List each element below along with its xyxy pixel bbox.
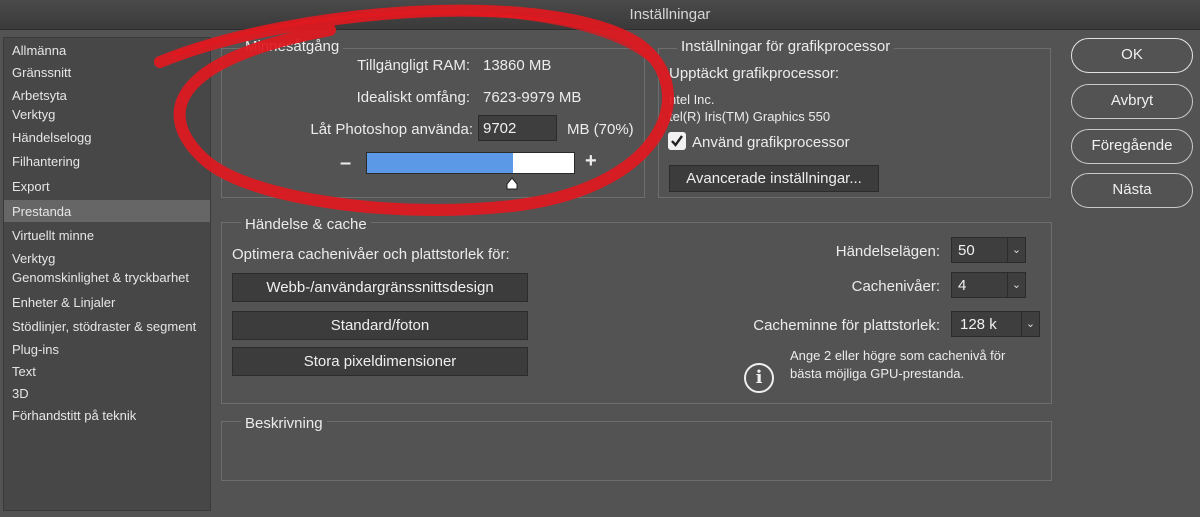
use-memory-input[interactable]: 9702 [478, 115, 557, 141]
gpu-model: tel(R) Iris(TM) Graphics 550 [669, 109, 831, 124]
sidebar-item-verktyg[interactable]: Verktyg [12, 107, 55, 122]
cancel-button[interactable]: Avbryt [1071, 84, 1193, 119]
memory-slider-fill [367, 153, 514, 173]
gpu-vendor: ntel Inc. [669, 92, 715, 107]
sidebar-item-prestanda[interactable]: Prestanda [12, 204, 71, 219]
standard-photos-button[interactable]: Standard/foton [232, 311, 528, 340]
use-memory-unit: MB (70%) [567, 121, 634, 138]
sidebar-item-plug-ins[interactable]: Plug-ins [12, 342, 59, 357]
description-title: Beskrivning [241, 415, 327, 432]
title-bar: Inställningar [0, 0, 1200, 30]
cache-levels-select[interactable]: 4 ⌄ [951, 272, 1026, 298]
use-gpu-label: Använd grafikprocessor [692, 134, 850, 151]
memory-slider-thumb[interactable] [505, 177, 519, 190]
history-states-label: Händelselägen: [835, 243, 940, 260]
advanced-settings-label: Avancerade inställningar... [686, 170, 862, 187]
sidebar-item-forhandstitt[interactable]: Förhandstitt på teknik [12, 408, 136, 423]
sidebar: Allmänna Gränssnitt Arbetsyta Verktyg Hä… [3, 37, 211, 511]
info-icon: i [744, 363, 774, 393]
sidebar-item-genomskinlighet[interactable]: Genomskinlighet & tryckbarhet [12, 270, 189, 285]
sidebar-item-enheter[interactable]: Enheter & Linjaler [12, 295, 115, 310]
standard-photos-label: Standard/foton [330, 317, 430, 334]
available-ram-label: Tillgängligt RAM: [357, 57, 470, 74]
description-group [221, 421, 1052, 481]
sidebar-item-export[interactable]: Export [12, 179, 50, 194]
large-pixel-dimensions-label: Stora pixeldimensioner [303, 353, 457, 370]
memory-increase-button[interactable]: + [585, 150, 597, 173]
web-ui-design-label: Webb-/användargränssnittsdesign [266, 279, 494, 296]
history-cache-title: Händelse & cache [241, 216, 371, 233]
previous-button[interactable]: Föregående [1071, 129, 1193, 164]
tile-size-select[interactable]: 128 k ⌄ [951, 311, 1040, 337]
ideal-range-value: 7623-9979 MB [483, 89, 582, 106]
optimize-label: Optimera cachenivåer och plattstorlek fö… [232, 246, 510, 263]
sidebar-item-granssnitt[interactable]: Gränssnitt [12, 65, 71, 80]
memory-group-title: Minnesåtgång [241, 38, 344, 55]
cache-levels-value: 4 [958, 277, 967, 294]
sidebar-item-arbetsyta[interactable]: Arbetsyta [12, 88, 67, 103]
tile-size-value: 128 k [960, 316, 997, 333]
sidebar-item-handelselogg[interactable]: Händelselogg [12, 130, 92, 145]
history-states-select[interactable]: 50 ⌄ [951, 237, 1026, 263]
window-title: Inställningar [629, 6, 711, 23]
cache-levels-label: Cachenivåer: [851, 278, 940, 295]
ideal-range-label: Idealiskt omfång: [356, 89, 470, 106]
web-ui-design-button[interactable]: Webb-/användargränssnittsdesign [232, 273, 528, 302]
advanced-settings-button[interactable]: Avancerade inställningar... [669, 165, 879, 192]
memory-decrease-button[interactable]: – [340, 152, 351, 175]
gpu-detected-label: Upptäckt grafikprocessor: [669, 65, 840, 82]
history-states-value: 50 [958, 242, 975, 259]
checkmark-icon [671, 135, 683, 147]
use-memory-input-value: 9702 [483, 120, 517, 137]
next-button[interactable]: Nästa [1071, 173, 1193, 208]
use-gpu-checkbox[interactable] [668, 132, 686, 150]
sidebar-item-verktyg-2[interactable]: Verktyg [12, 251, 55, 266]
sidebar-item-text[interactable]: Text [12, 364, 36, 379]
sidebar-item-virtuellt-minne[interactable]: Virtuellt minne [12, 228, 94, 243]
tile-size-label: Cacheminne för plattstorlek: [753, 317, 940, 334]
large-pixel-dimensions-button[interactable]: Stora pixeldimensioner [232, 347, 528, 376]
cache-info-text-1: Ange 2 eller högre som cachenivå för [790, 348, 1006, 363]
chevron-down-icon: ⌄ [1021, 312, 1039, 336]
available-ram-value: 13860 MB [483, 57, 552, 74]
sidebar-item-allmanna[interactable]: Allmänna [12, 43, 66, 58]
cache-info-text-2: bästa möjliga GPU-prestanda. [790, 366, 965, 381]
use-memory-label: Låt Photoshop använda: [310, 121, 473, 138]
sidebar-item-stodlinjer[interactable]: Stödlinjer, stödraster & segment [12, 319, 196, 334]
chevron-down-icon: ⌄ [1007, 273, 1025, 297]
memory-slider-track[interactable] [366, 152, 575, 174]
chevron-down-icon: ⌄ [1007, 238, 1025, 262]
ok-button[interactable]: OK [1071, 38, 1193, 73]
sidebar-item-filhantering[interactable]: Filhantering [12, 154, 80, 169]
gpu-group-title: Inställningar för grafikprocessor [677, 38, 895, 55]
sidebar-item-3d[interactable]: 3D [12, 386, 29, 401]
